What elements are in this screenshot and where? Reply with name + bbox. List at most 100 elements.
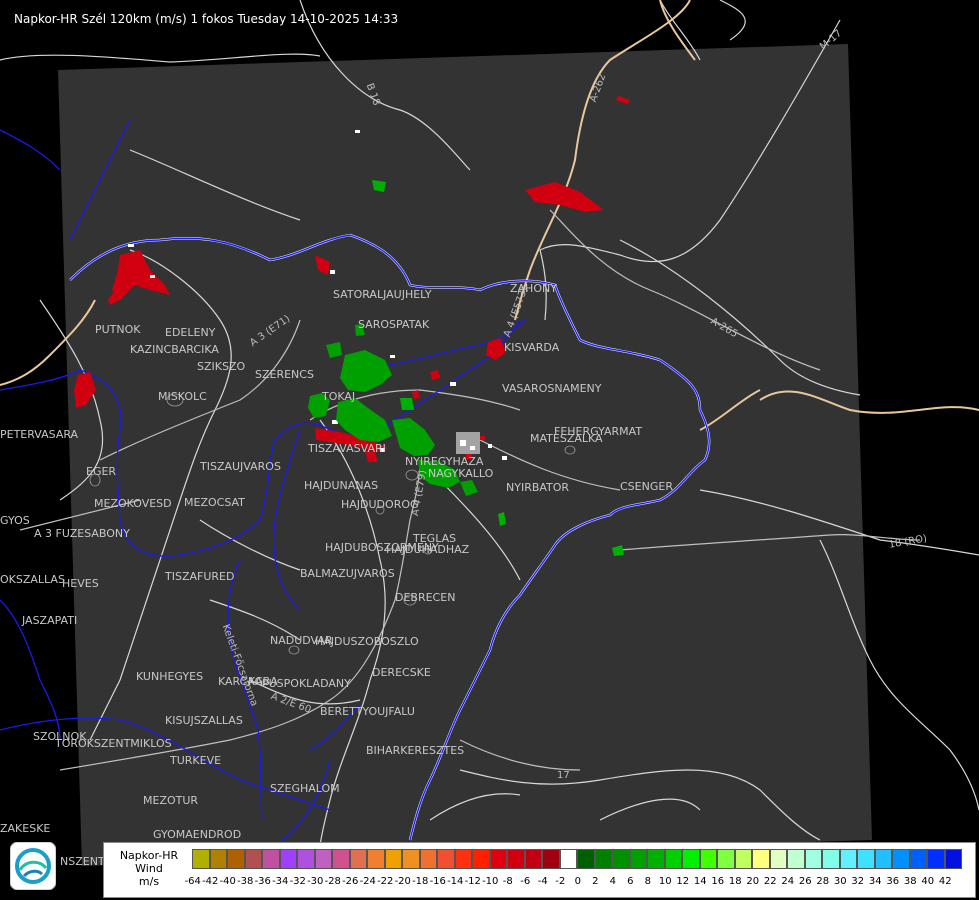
legend-swatch	[472, 849, 490, 869]
legend-swatch	[524, 849, 542, 869]
city-label: KISVARDA	[504, 341, 560, 354]
legend-swatch	[192, 849, 210, 869]
city-label: TISZAVASVARI	[308, 442, 386, 455]
city-label: HEVES	[62, 577, 99, 590]
city-label: KUNHEGYES	[136, 670, 204, 683]
city-label: MEZOTUR	[143, 794, 199, 807]
legend-swatch	[542, 849, 560, 869]
legend-tick-label: 16	[711, 876, 725, 887]
legend-swatch	[349, 849, 367, 869]
legend-tick-label: 18	[728, 876, 742, 887]
legend-swatch	[419, 849, 437, 869]
legend-swatch	[787, 849, 805, 869]
legend-swatch	[682, 849, 700, 869]
legend-swatch	[332, 849, 350, 869]
legend-tick-label: -16	[429, 876, 446, 887]
legend-label-line1: Napkor-HR	[119, 849, 179, 862]
city-label: TISZAUJVAROS	[200, 460, 281, 473]
legend-tick-label: -8	[502, 876, 513, 887]
city-label: CSENGER	[620, 480, 673, 493]
legend-swatch	[857, 849, 875, 869]
legend-swatch	[699, 849, 717, 869]
city-label: MEZOCSAT	[184, 496, 245, 509]
legend-tick-label: -2	[555, 876, 566, 887]
city-label: GYOS	[0, 514, 30, 527]
legend-tick-label: 28	[816, 876, 830, 887]
city-label: BERETTYOUJFALU	[320, 705, 415, 718]
city-label: A 3 FUZESABONY	[34, 527, 130, 540]
legend-tick-label: -36	[254, 876, 271, 887]
legend-tick-label: 14	[693, 876, 707, 887]
city-label: SZEGHALOM	[270, 782, 340, 795]
city-label: OKSZALLAS	[0, 573, 65, 586]
legend-tick-label: -38	[237, 876, 254, 887]
legend-swatch	[752, 849, 770, 869]
legend-swatch	[647, 849, 665, 869]
color-legend: Napkor-HR Wind m/s -64 -42 -40 -38 -36 -34 -32…	[103, 842, 976, 898]
legend-tick-label: 0	[574, 876, 581, 887]
legend-tick-label: -22	[377, 876, 394, 887]
road-label: 17	[557, 770, 570, 781]
legend-swatch	[717, 849, 735, 869]
napkor-logo-icon	[9, 841, 57, 891]
legend-tick-label: -4	[537, 876, 548, 887]
legend-swatch	[594, 849, 612, 869]
city-label: PETERVASARA	[0, 428, 79, 441]
legend-tick-label: -26	[342, 876, 359, 887]
legend-tick-label: 26	[798, 876, 812, 887]
legend-swatch	[297, 849, 315, 869]
legend-swatch	[839, 849, 857, 869]
city-label: HAJDUHADHAZ	[386, 543, 470, 556]
city-label: SZERENCS	[255, 368, 314, 381]
legend-tick-label: -24	[359, 876, 376, 887]
legend-tick-label: 12	[676, 876, 690, 887]
legend-swatch	[629, 849, 647, 869]
legend-swatch	[244, 849, 262, 869]
legend-swatch	[944, 849, 962, 869]
legend-tick-label: 10	[658, 876, 672, 887]
legend-tick-label: 40	[921, 876, 935, 887]
radar-map	[0, 0, 979, 900]
legend-title: Napkor-HR Wind m/s	[108, 849, 190, 888]
legend-swatch	[909, 849, 927, 869]
city-label: MEZOKOVESD	[94, 497, 172, 510]
city-label: KISUJSZALLAS	[165, 714, 243, 727]
city-label: MATESZALKA	[530, 432, 603, 445]
legend-tick-label: -6	[520, 876, 531, 887]
legend-swatch	[892, 849, 910, 869]
legend-tick-label: 22	[763, 876, 777, 887]
legend-swatch	[874, 849, 892, 869]
city-label: TURKEVE	[170, 754, 222, 767]
city-label: HAJDUDOROG	[341, 498, 419, 511]
legend-tick-label: -12	[464, 876, 481, 887]
legend-swatch	[612, 849, 630, 869]
legend-tick-label: -30	[307, 876, 324, 887]
legend-label-line2: Wind	[135, 862, 163, 875]
city-label: SAROSPATAK	[358, 318, 430, 331]
legend-tick-label: 4	[609, 876, 616, 887]
legend-tick-label: -10	[482, 876, 499, 887]
legend-tick-label: -28	[324, 876, 341, 887]
legend-tick-label: 38	[903, 876, 917, 887]
legend-tick-label: -40	[219, 876, 236, 887]
city-label: EGER	[86, 465, 117, 478]
city-label: NAGYKALLO	[428, 467, 494, 480]
city-label: EDELENY	[165, 326, 216, 339]
legend-swatch	[367, 849, 385, 869]
legend-tick-label: -20	[394, 876, 411, 887]
city-label: BALMAZUJVAROS	[300, 567, 395, 580]
legend-swatch	[262, 849, 280, 869]
city-label: TOROKSZENTMIKLOS	[55, 737, 172, 750]
legend-tick-label: 2	[592, 876, 599, 887]
city-label: GYOMAENDROD	[153, 828, 242, 841]
city-label: HAJDUNANAS	[304, 479, 379, 492]
city-label: JASZAPATI	[22, 614, 78, 627]
legend-swatch	[927, 849, 945, 869]
city-label: NYIRBATOR	[506, 481, 570, 494]
legend-tick-label: 20	[746, 876, 760, 887]
city-label: DERECSKE	[372, 666, 431, 679]
legend-ticks: -64 -42 -40 -38 -36 -34 -32 -30 -28 -26 -24 -22 -20-…	[184, 876, 954, 887]
legend-swatch	[454, 849, 472, 869]
legend-swatch	[227, 849, 245, 869]
city-label: HAJDUSZOBOSZLO	[315, 635, 419, 648]
